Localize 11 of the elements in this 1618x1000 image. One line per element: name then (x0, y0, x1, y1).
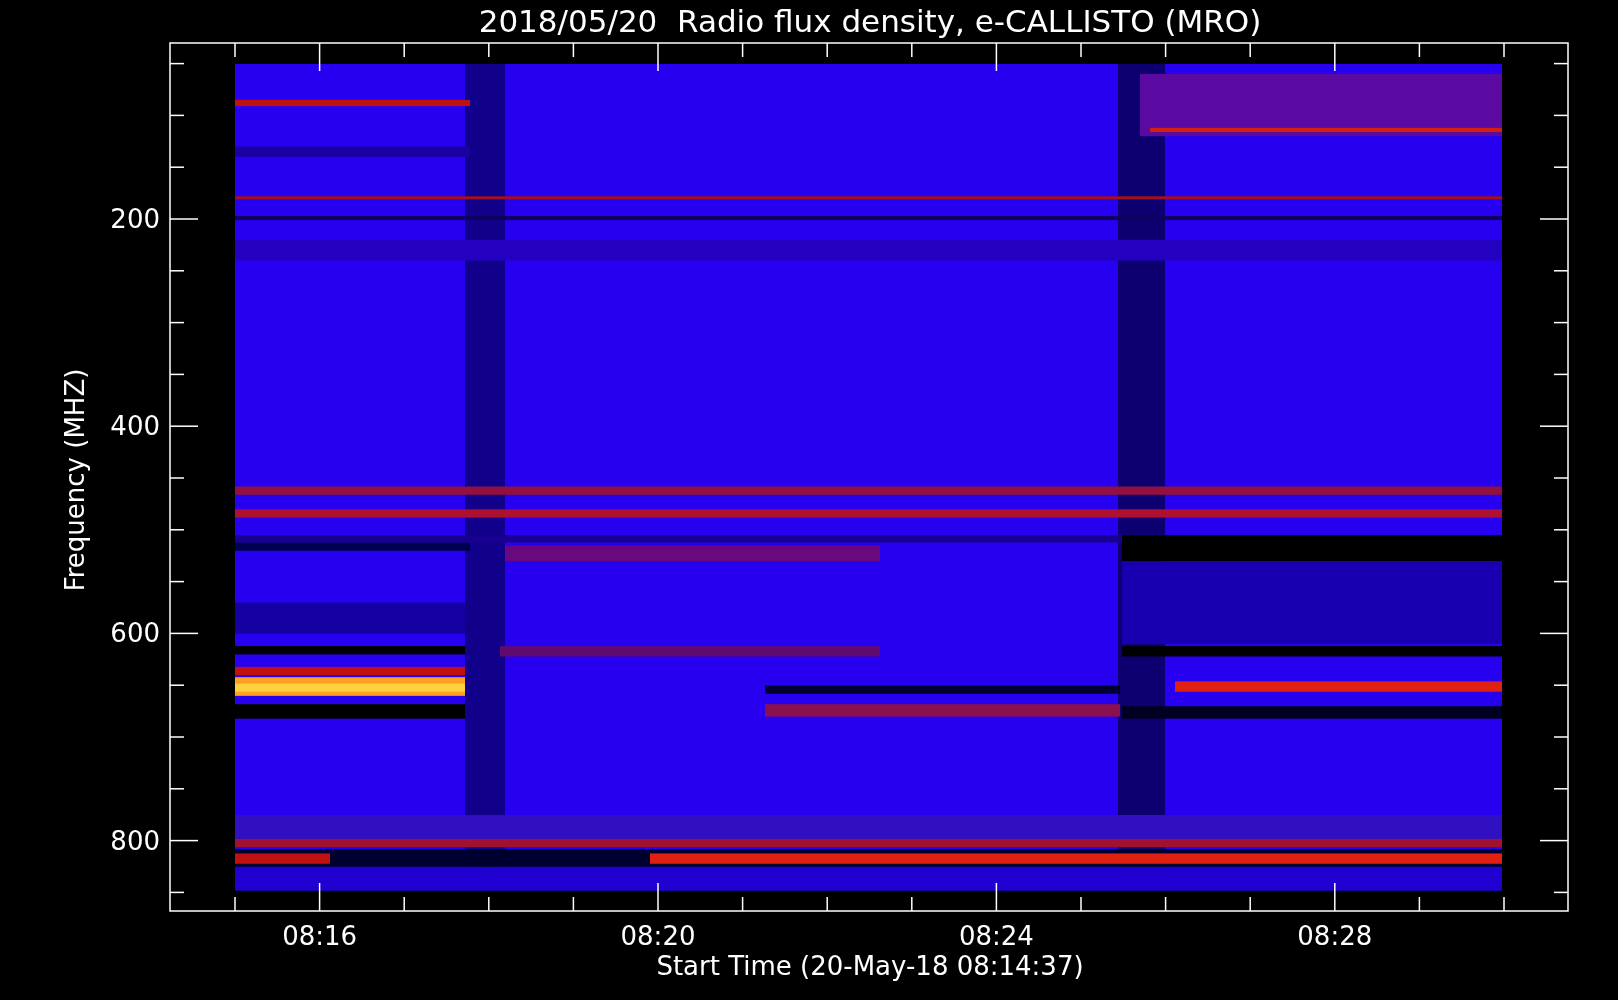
tick-label: 08:16 (282, 921, 358, 951)
tick-label: 08:20 (620, 921, 696, 951)
tick-label: 600 (110, 618, 160, 649)
axis-label: Frequency (MHZ) (60, 368, 90, 592)
chart-title: 2018/05/20 Radio flux density, e-CALLISTO (MRO) (478, 3, 1262, 39)
tick-label: 400 (110, 411, 160, 442)
tick-label: 08:28 (1297, 921, 1373, 951)
axis-label: Start Time (20-May-18 08:14:37) (656, 951, 1084, 981)
tick-label: 08:24 (958, 921, 1034, 951)
tick-label: 200 (110, 204, 160, 234)
tick-label: 800 (110, 825, 160, 856)
